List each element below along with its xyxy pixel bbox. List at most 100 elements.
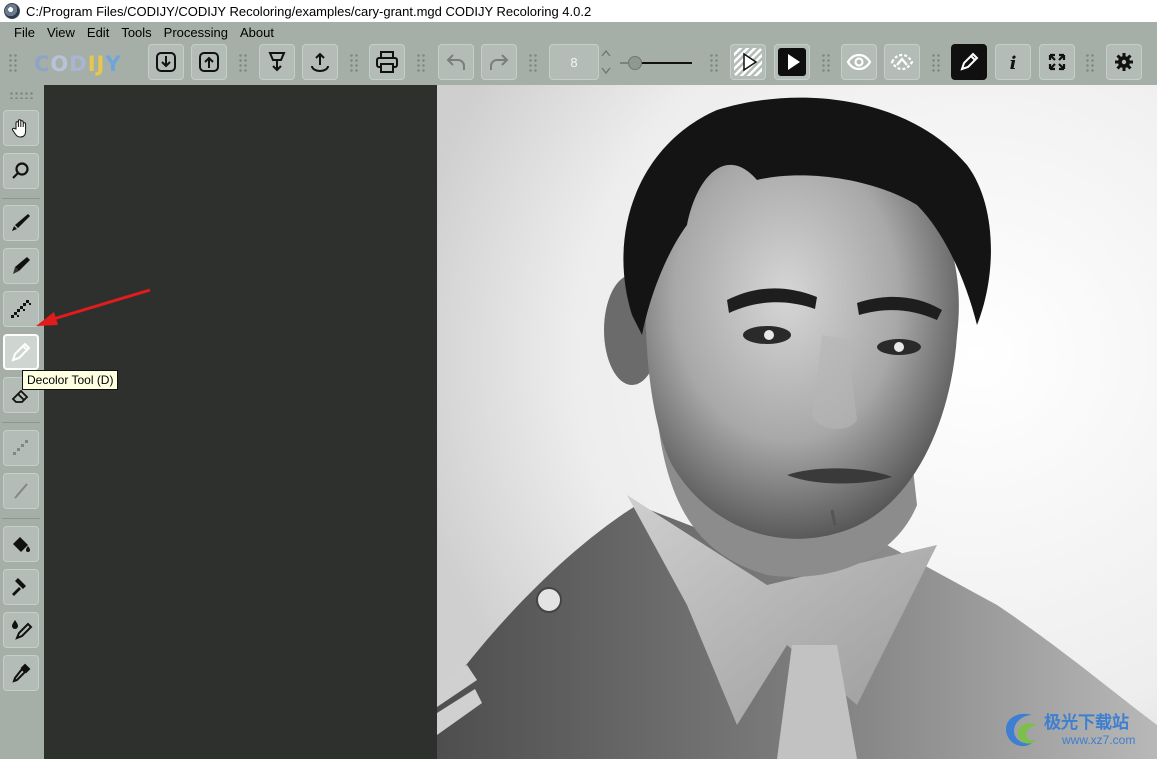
import-button[interactable]	[148, 44, 184, 80]
eye-icon	[846, 53, 872, 71]
print-button[interactable]	[369, 44, 405, 80]
redo-icon	[490, 54, 509, 70]
logo-letter: Y	[105, 52, 122, 76]
info-icon: i	[1010, 53, 1017, 74]
zoom-tool[interactable]	[3, 153, 39, 189]
toolbar-grip[interactable]	[8, 53, 18, 73]
toolbar-grip[interactable]	[416, 53, 426, 73]
print-icon	[376, 51, 398, 73]
watermark-text: 极光下载站	[1044, 713, 1129, 732]
eyedropper-tool[interactable]	[3, 655, 39, 691]
portrait-photo	[437, 85, 1157, 759]
tool-separator	[2, 422, 40, 423]
slider-handle[interactable]	[628, 56, 643, 70]
load-palette-button[interactable]	[259, 44, 295, 80]
menu-view[interactable]: View	[41, 24, 81, 42]
pencil-icon	[960, 52, 979, 71]
tooltip: Decolor Tool (D)	[22, 370, 119, 390]
info-button[interactable]: i	[995, 44, 1031, 80]
import-icon	[156, 52, 176, 72]
load-palette-icon	[268, 52, 286, 72]
logo-letter: D	[69, 52, 88, 76]
watermark-logo-icon	[1006, 713, 1038, 747]
toolbar-grip[interactable]	[821, 53, 831, 73]
tool-separator	[2, 198, 40, 199]
save-palette-button[interactable]	[302, 44, 338, 80]
export-icon	[199, 52, 219, 72]
undo-button[interactable]	[438, 44, 474, 80]
logo-letter: I	[87, 52, 97, 76]
edit-strokes-button[interactable]	[951, 44, 987, 80]
toolbar-grip[interactable]	[238, 53, 248, 73]
line-icon	[14, 483, 28, 499]
hammer-icon	[12, 578, 26, 596]
menu-bar: File View Edit Tools Processing About	[8, 24, 280, 42]
disabled-line-tool[interactable]	[3, 473, 39, 509]
toolbar-region: File View Edit Tools Processing About C …	[0, 22, 1157, 85]
codijy-logo: C O D I J Y	[34, 52, 122, 76]
image-canvas[interactable]	[437, 85, 1157, 759]
dotted-line-icon	[13, 440, 28, 455]
hide-strokes-button[interactable]	[884, 44, 920, 80]
menu-tools[interactable]: Tools	[115, 24, 157, 42]
hand-tool[interactable]	[3, 110, 39, 146]
tool-separator	[2, 518, 40, 519]
stamp-tool[interactable]	[3, 569, 39, 605]
title-bar: C:/Program Files/CODIJY/CODIJY Recolorin…	[0, 0, 1157, 22]
svg-text:i: i	[1010, 53, 1017, 74]
magnifier-icon	[12, 162, 29, 179]
toolbar-grip[interactable]	[528, 53, 538, 73]
preview-button[interactable]	[841, 44, 877, 80]
fill-tool[interactable]	[3, 526, 39, 562]
drops-eyedropper-icon	[12, 620, 33, 640]
toolbar-grip[interactable]	[349, 53, 359, 73]
export-button[interactable]	[191, 44, 227, 80]
play-icon	[778, 48, 806, 76]
tool-panel-grip[interactable]	[9, 91, 33, 99]
menu-processing[interactable]: Processing	[158, 24, 234, 42]
bucket-icon	[13, 537, 30, 552]
tooltip-text: Decolor Tool (D)	[27, 373, 114, 387]
color-picker-tool[interactable]	[3, 612, 39, 648]
brush-icon	[12, 214, 30, 231]
annotation-arrow	[36, 288, 151, 326]
annotation-arrow-head	[36, 312, 58, 326]
watermark: 极光下载站 www.xz7.com	[1000, 705, 1150, 755]
tool-panel	[0, 85, 44, 759]
marker-tool[interactable]	[3, 248, 39, 284]
main-toolbar: C O D I J Y 8 i	[0, 42, 1157, 84]
codijy-app-icon	[4, 3, 20, 19]
settings-button[interactable]	[1106, 44, 1142, 80]
menu-edit[interactable]: Edit	[81, 24, 115, 42]
logo-letter: O	[50, 52, 70, 76]
fit-screen-button[interactable]	[1039, 44, 1075, 80]
strokes-icon	[890, 53, 914, 71]
decolor-tool[interactable]	[3, 334, 39, 370]
disabled-dotted-tool[interactable]	[3, 430, 39, 466]
logo-letter: C	[34, 52, 51, 76]
toolbar-grip[interactable]	[709, 53, 719, 73]
eyedropper-icon	[12, 663, 31, 683]
watermark-url: www.xz7.com	[1062, 733, 1136, 747]
gear-icon	[1115, 53, 1133, 71]
brush-size-input[interactable]: 8	[549, 44, 599, 80]
hand-icon	[12, 119, 27, 138]
show-original-button[interactable]	[730, 44, 766, 80]
annotation-arrow-shaft	[49, 288, 151, 322]
striped-play-icon	[734, 48, 762, 76]
menu-about[interactable]: About	[234, 24, 280, 42]
brush-size-value: 8	[570, 54, 578, 70]
window-title: C:/Program Files/CODIJY/CODIJY Recolorin…	[26, 3, 592, 19]
redo-button[interactable]	[481, 44, 517, 80]
toolbar-grip[interactable]	[1085, 53, 1095, 73]
brush-tool[interactable]	[3, 205, 39, 241]
expand-icon	[1048, 53, 1066, 71]
save-palette-icon	[311, 52, 329, 73]
spinner-arrows-icon[interactable]	[601, 48, 611, 76]
colorize-button[interactable]	[774, 44, 810, 80]
marker-icon	[13, 257, 30, 274]
palette-area[interactable]	[44, 85, 437, 759]
toolbar-grip[interactable]	[931, 53, 941, 73]
menu-file[interactable]: File	[8, 24, 41, 42]
decolor-pencil-icon	[11, 342, 31, 362]
